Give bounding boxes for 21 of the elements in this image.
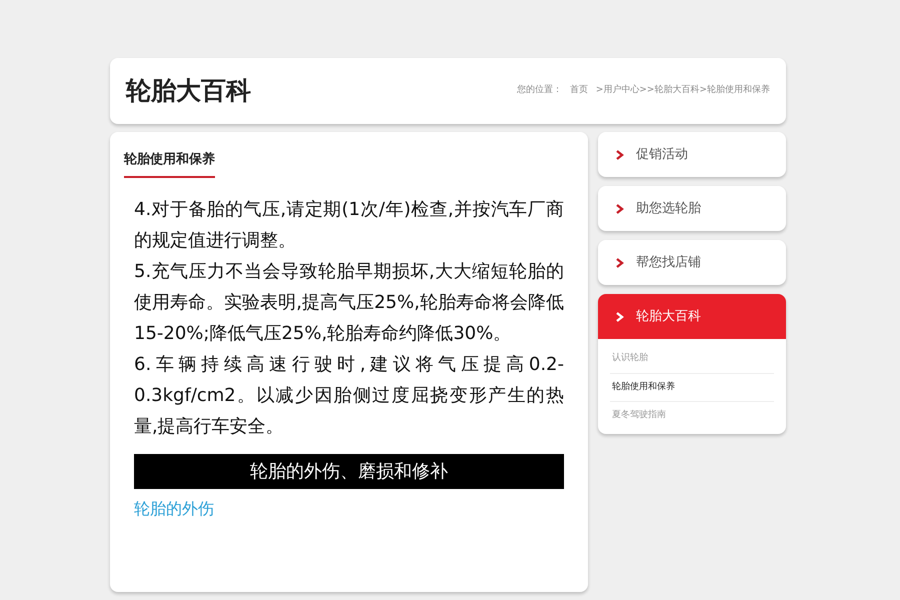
page-title: 轮胎大百科 <box>126 75 251 108</box>
breadcrumb-link[interactable]: >用户中心>>轮胎大百科>轮胎使用和保养 <box>596 84 770 98</box>
submenu-item[interactable]: 夏冬驾驶指南 <box>610 402 774 430</box>
article-paragraph: 4.对于备胎的气压,请定期(1次/年)检查,并按汽车厂商的规定值进行调整。 <box>133 198 564 252</box>
section-banner: 轮胎的外伤、磨损和修补 <box>134 454 564 488</box>
article-paragraph: 5.充气压力不当会导致轮胎早期损坏,大大缩短轮胎的使用寿命。实验表明,提高气压25%,轮胎寿命将会降低15-20%;降低气压25%,轮胎寿命约降低30%。 <box>133 260 564 346</box>
subheading: 轮胎的外伤 <box>134 498 215 520</box>
chevron-icon <box>616 150 624 160</box>
article-paragraph: 6.车辆持续高速行驶时,建议将气压提高0.2-0.3kgf/cm2。以减少因胎侧过度屈挠变形产生的热量,提高行车安全。 <box>133 352 564 438</box>
submenu-item[interactable]: 轮胎使用和保养 <box>610 374 774 402</box>
sidebar-item[interactable]: 助您选轮胎 <box>598 186 786 231</box>
chevron-icon <box>616 312 624 322</box>
chevron-icon <box>616 258 624 268</box>
sidebar-item[interactable]: 轮胎大百科 <box>598 294 786 339</box>
section-title: 轮胎使用和保养 <box>124 146 215 178</box>
sidebar-item[interactable]: 促销活动 <box>598 132 786 177</box>
chevron-icon <box>616 204 624 214</box>
sidebar-item[interactable]: 帮您找店铺 <box>598 240 786 285</box>
submenu-item[interactable]: 认识轮胎 <box>610 345 774 374</box>
breadcrumb-link[interactable]: 首页 <box>570 84 588 98</box>
breadcrumb-label: 您的位置： <box>516 84 562 98</box>
